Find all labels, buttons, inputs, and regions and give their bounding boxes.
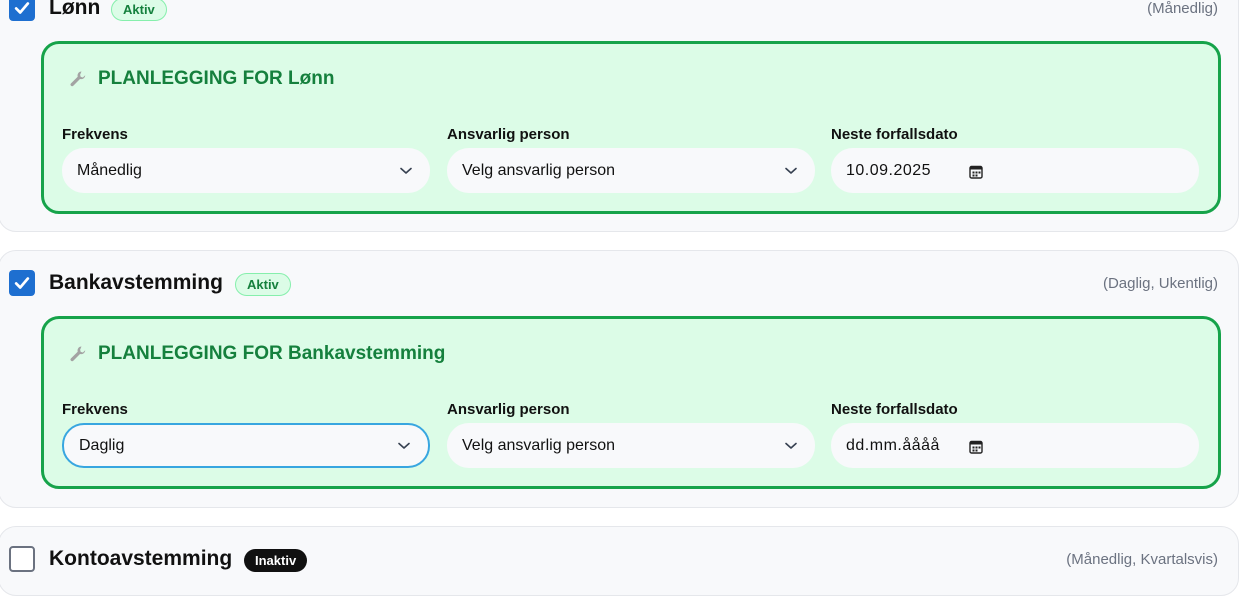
frequency-field: Frekvens Månedlig xyxy=(62,126,430,193)
frequency-value: Månedlig xyxy=(77,161,142,179)
status-badge: Aktiv xyxy=(111,0,167,21)
due-date-input[interactable]: 10.09.2025 xyxy=(831,148,1199,193)
task-checkbox-kontoavstemming[interactable] xyxy=(9,546,35,572)
due-date-input[interactable]: dd.mm.åååå xyxy=(831,423,1199,468)
task-frequencies: (Månedlig) xyxy=(1147,0,1218,17)
due-date-field: Neste forfallsdato dd.mm.åååå xyxy=(831,401,1199,468)
task-header: Kontoavstemming Inaktiv (Månedlig, Kvart… xyxy=(0,542,1238,582)
check-icon xyxy=(14,277,30,289)
person-label: Ansvarlig person xyxy=(447,126,570,143)
task-checkbox-lonn[interactable] xyxy=(9,0,35,21)
task-header: Bankavstemming Aktiv (Daglig, Ukentlig) xyxy=(0,266,1238,306)
frequency-select[interactable]: Månedlig xyxy=(62,148,430,193)
planning-header: PLANLEGGING FOR Lønn xyxy=(68,68,334,90)
person-select[interactable]: Velg ansvarlig person xyxy=(447,423,815,468)
task-frequencies: (Daglig, Ukentlig) xyxy=(1102,275,1218,292)
task-frequencies: (Månedlig, Kvartalsvis) xyxy=(1066,551,1218,568)
planning-header: PLANLEGGING FOR Bankavstemming xyxy=(68,343,445,365)
chevron-down-icon xyxy=(398,442,410,449)
task-card-lonn: Lønn Aktiv (Månedlig) PLANLEGGING FOR Lø… xyxy=(0,0,1239,232)
check-icon xyxy=(14,2,30,14)
task-card-bankavstemming: Bankavstemming Aktiv (Daglig, Ukentlig) … xyxy=(0,250,1239,508)
frequency-field: Frekvens Daglig xyxy=(62,401,430,468)
chevron-down-icon xyxy=(785,167,797,174)
task-header: Lønn Aktiv (Månedlig) xyxy=(0,0,1238,31)
person-value: Velg ansvarlig person xyxy=(462,436,615,454)
calendar-icon[interactable] xyxy=(969,164,983,179)
due-date-value: 10.09.2025 xyxy=(846,161,932,179)
status-badge: Inaktiv xyxy=(244,549,308,572)
task-title: Lønn xyxy=(49,0,101,19)
status-badge: Aktiv xyxy=(235,273,291,296)
person-label: Ansvarlig person xyxy=(447,401,570,418)
planning-panel-lonn: PLANLEGGING FOR Lønn Frekvens Månedlig A… xyxy=(41,41,1221,214)
planning-panel-bankavstemming: PLANLEGGING FOR Bankavstemming Frekvens … xyxy=(41,316,1221,489)
frequency-value: Daglig xyxy=(79,436,125,454)
frequency-label: Frekvens xyxy=(62,126,128,143)
planning-title: PLANLEGGING FOR Lønn xyxy=(98,68,335,89)
due-date-value: dd.mm.åååå xyxy=(846,436,940,454)
due-date-label: Neste forfallsdato xyxy=(831,126,958,143)
task-checkbox-bankavstemming[interactable] xyxy=(9,270,35,296)
person-field: Ansvarlig person Velg ansvarlig person xyxy=(447,401,815,468)
chevron-down-icon xyxy=(785,442,797,449)
task-card-kontoavstemming: Kontoavstemming Inaktiv (Månedlig, Kvart… xyxy=(0,526,1239,596)
wrench-icon xyxy=(70,71,86,87)
calendar-icon[interactable] xyxy=(969,439,983,454)
due-date-label: Neste forfallsdato xyxy=(831,401,958,418)
chevron-down-icon xyxy=(400,167,412,174)
frequency-label: Frekvens xyxy=(62,401,128,418)
task-title: Kontoavstemming xyxy=(49,547,233,570)
due-date-field: Neste forfallsdato 10.09.2025 xyxy=(831,126,1199,193)
task-title: Bankavstemming xyxy=(49,271,223,294)
frequency-select[interactable]: Daglig xyxy=(62,423,430,468)
person-field: Ansvarlig person Velg ansvarlig person xyxy=(447,126,815,193)
planning-title: PLANLEGGING FOR Bankavstemming xyxy=(98,343,446,364)
person-select[interactable]: Velg ansvarlig person xyxy=(447,148,815,193)
person-value: Velg ansvarlig person xyxy=(462,161,615,179)
wrench-icon xyxy=(70,346,86,362)
